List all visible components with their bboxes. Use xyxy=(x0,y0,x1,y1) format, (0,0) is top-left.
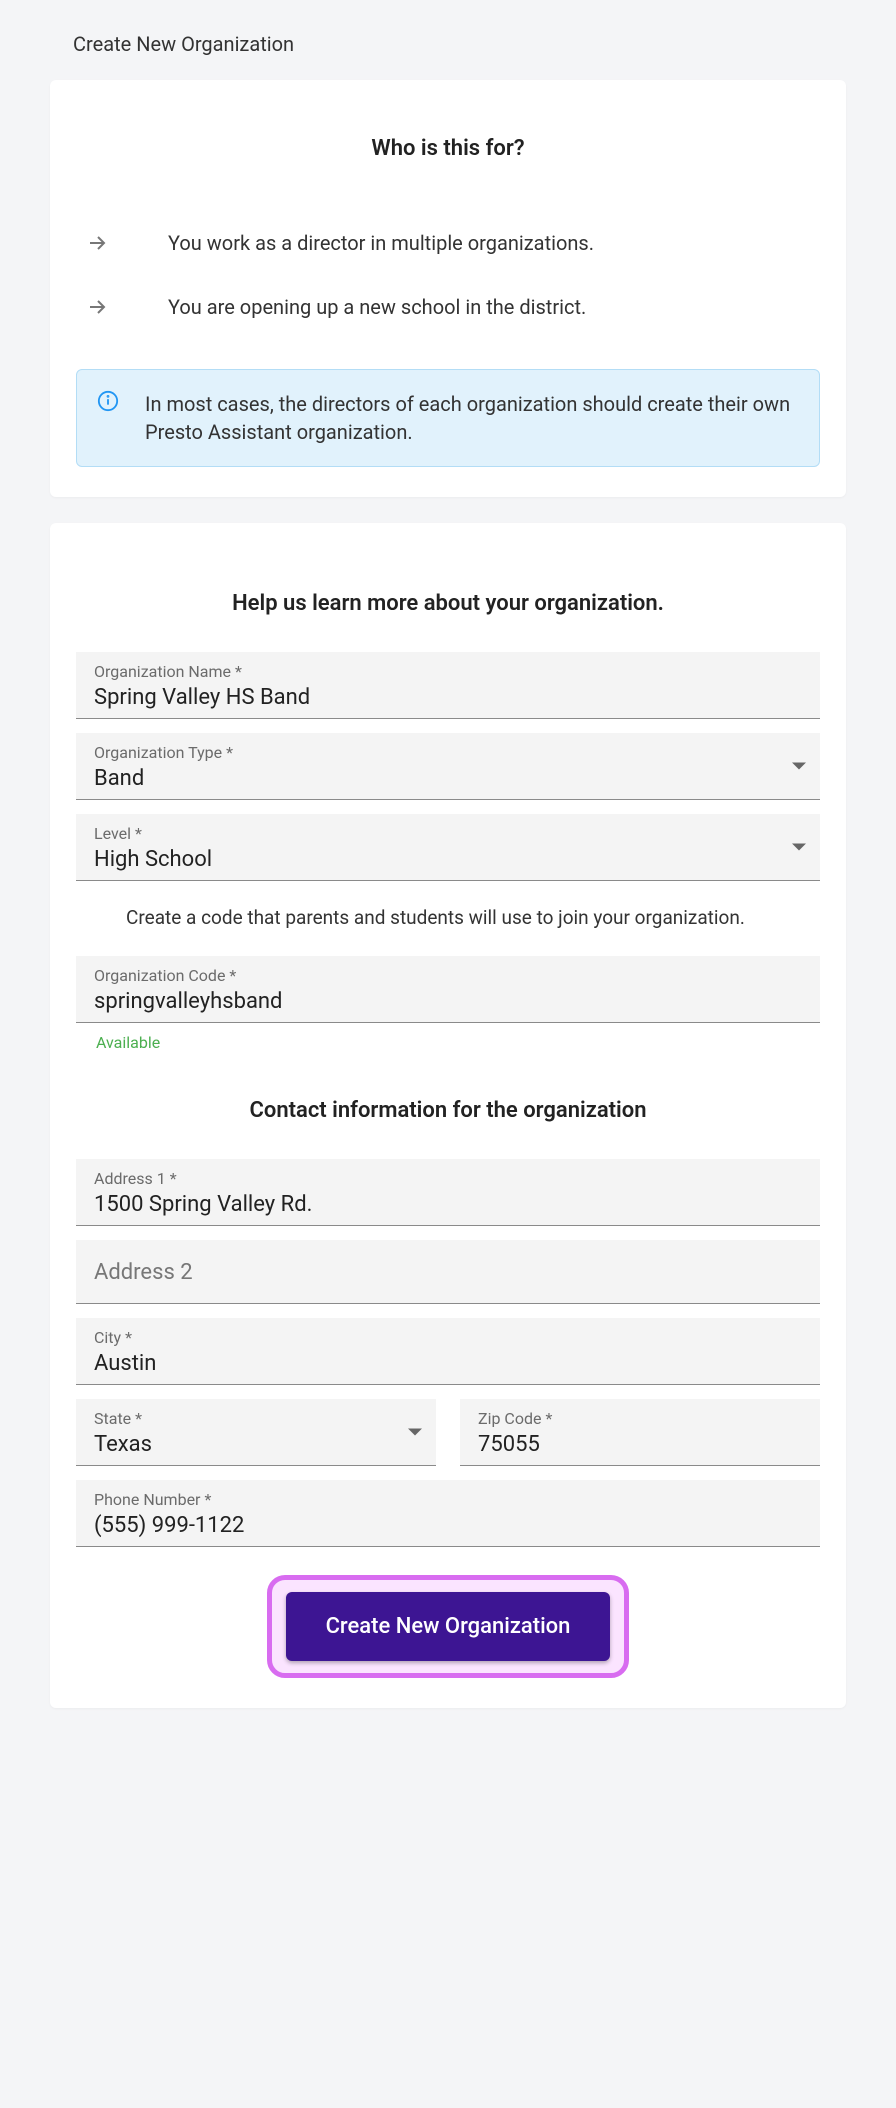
city-field[interactable]: City * Austin xyxy=(76,1318,820,1385)
create-organization-button[interactable]: Create New Organization xyxy=(286,1592,611,1661)
address2-field[interactable]: Address 2 xyxy=(76,1240,820,1304)
org-name-value: Spring Valley HS Band xyxy=(94,685,802,710)
org-name-label: Organization Name * xyxy=(94,662,802,681)
intro-bullet-text: You are opening up a new school in the d… xyxy=(168,295,586,319)
submit-wrapper: Create New Organization xyxy=(76,1575,820,1678)
zip-value: 75055 xyxy=(478,1432,802,1457)
intro-bullet-row: You work as a director in multiple organ… xyxy=(76,211,820,275)
org-code-helper: Create a code that parents and students … xyxy=(76,905,820,932)
form-card: Help us learn more about your organizati… xyxy=(50,523,846,1708)
zip-label: Zip Code * xyxy=(478,1409,802,1428)
address1-field[interactable]: Address 1 * 1500 Spring Valley Rd. xyxy=(76,1159,820,1226)
address1-value: 1500 Spring Valley Rd. xyxy=(94,1192,802,1217)
state-label: State * xyxy=(94,1409,418,1428)
phone-field[interactable]: Phone Number * (555) 999-1122 xyxy=(76,1480,820,1547)
level-value: High School xyxy=(94,847,802,872)
zip-field[interactable]: Zip Code * 75055 xyxy=(460,1399,820,1466)
chevron-down-icon xyxy=(408,1428,422,1435)
address1-label: Address 1 * xyxy=(94,1169,802,1188)
state-select[interactable]: State * Texas xyxy=(76,1399,436,1466)
org-code-value: springvalleyhsband xyxy=(94,989,802,1014)
intro-heading: Who is this for? xyxy=(76,136,820,161)
arrow-right-icon xyxy=(86,295,110,319)
info-icon xyxy=(97,390,119,412)
org-type-label: Organization Type * xyxy=(94,743,802,762)
chevron-down-icon xyxy=(792,844,806,851)
level-label: Level * xyxy=(94,824,802,843)
city-label: City * xyxy=(94,1328,802,1347)
level-select[interactable]: Level * High School xyxy=(76,814,820,881)
arrow-right-icon xyxy=(86,231,110,255)
org-type-value: Band xyxy=(94,766,802,791)
phone-value: (555) 999-1122 xyxy=(94,1513,802,1538)
page-title: Create New Organization xyxy=(0,0,896,80)
submit-highlight: Create New Organization xyxy=(267,1575,630,1678)
org-code-label: Organization Code * xyxy=(94,966,802,985)
intro-card: Who is this for? You work as a director … xyxy=(50,80,846,497)
address2-placeholder: Address 2 xyxy=(94,1250,802,1295)
state-value: Texas xyxy=(94,1432,418,1457)
contact-heading: Contact information for the organization xyxy=(76,1098,820,1123)
org-name-field[interactable]: Organization Name * Spring Valley HS Ban… xyxy=(76,652,820,719)
info-alert: In most cases, the directors of each org… xyxy=(76,369,820,467)
org-type-select[interactable]: Organization Type * Band xyxy=(76,733,820,800)
info-alert-text: In most cases, the directors of each org… xyxy=(145,390,799,446)
org-code-status: Available xyxy=(76,1027,820,1054)
intro-bullet-row: You are opening up a new school in the d… xyxy=(76,275,820,339)
city-value: Austin xyxy=(94,1351,802,1376)
intro-bullet-text: You work as a director in multiple organ… xyxy=(168,231,594,255)
phone-label: Phone Number * xyxy=(94,1490,802,1509)
chevron-down-icon xyxy=(792,763,806,770)
org-code-field[interactable]: Organization Code * springvalleyhsband xyxy=(76,956,820,1023)
form-heading: Help us learn more about your organizati… xyxy=(76,591,820,616)
